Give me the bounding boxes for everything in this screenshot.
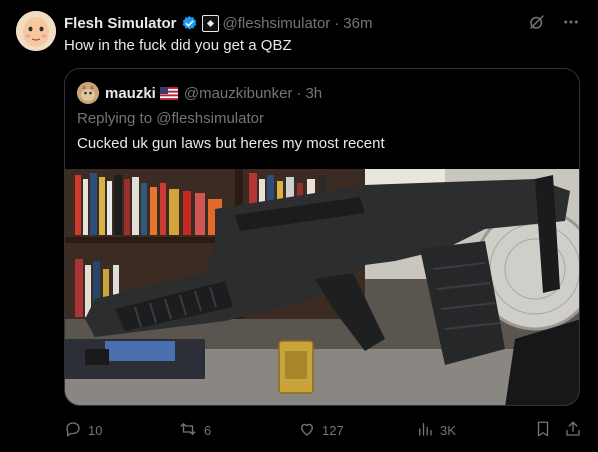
- views-count: 3K: [440, 423, 456, 438]
- post-time[interactable]: 36m: [343, 15, 372, 32]
- post-top-actions: [528, 13, 580, 36]
- reply-count: 10: [88, 423, 103, 438]
- bookmark-button[interactable]: [534, 420, 552, 441]
- quoted-text: Cucked uk gun laws but heres my most rec…: [77, 135, 385, 152]
- us-flag-icon: [159, 86, 178, 100]
- affiliate-badge-icon[interactable]: [201, 14, 219, 32]
- separator-dot: ·: [334, 14, 340, 32]
- repost-button[interactable]: 6: [178, 420, 211, 441]
- quoted-handle[interactable]: @mauzkibunker: [184, 85, 293, 102]
- post-header: Flesh Simulator @fleshsimulator · 36m: [64, 12, 372, 34]
- author-avatar[interactable]: [16, 11, 56, 51]
- share-icon: [564, 420, 582, 441]
- quoted-media-image[interactable]: [65, 169, 579, 405]
- author-handle[interactable]: @fleshsimulator: [223, 15, 331, 32]
- quoted-header: mauzki @mauzkibunker · 3h: [77, 82, 322, 104]
- separator-dot: ·: [296, 84, 302, 102]
- reply-icon: [64, 420, 82, 441]
- grok-icon[interactable]: [528, 13, 546, 36]
- quoted-time[interactable]: 3h: [305, 85, 322, 102]
- share-button[interactable]: [564, 420, 582, 441]
- repost-icon: [178, 420, 198, 441]
- like-count: 127: [322, 423, 344, 438]
- views-icon: [416, 420, 434, 441]
- post-actions-bar: 10 6 127 3K: [64, 420, 584, 442]
- reply-button[interactable]: 10: [64, 420, 102, 441]
- quoted-avatar[interactable]: [77, 82, 99, 104]
- like-icon: [298, 420, 316, 441]
- verified-badge-icon[interactable]: [181, 15, 198, 32]
- more-icon[interactable]: [562, 13, 580, 36]
- bookmark-icon: [534, 420, 552, 441]
- quoted-replying-to: Replying to @fleshsimulator: [77, 110, 264, 127]
- repost-count: 6: [204, 423, 212, 438]
- post-text: How in the fuck did you get a QBZ: [64, 37, 292, 54]
- quoted-author-name[interactable]: mauzki: [105, 85, 156, 102]
- like-button[interactable]: 127: [298, 420, 344, 441]
- author-name[interactable]: Flesh Simulator: [64, 15, 177, 32]
- quoted-post[interactable]: mauzki @mauzkibunker · 3h Replying to @f…: [64, 68, 580, 406]
- views-button[interactable]: 3K: [416, 420, 456, 441]
